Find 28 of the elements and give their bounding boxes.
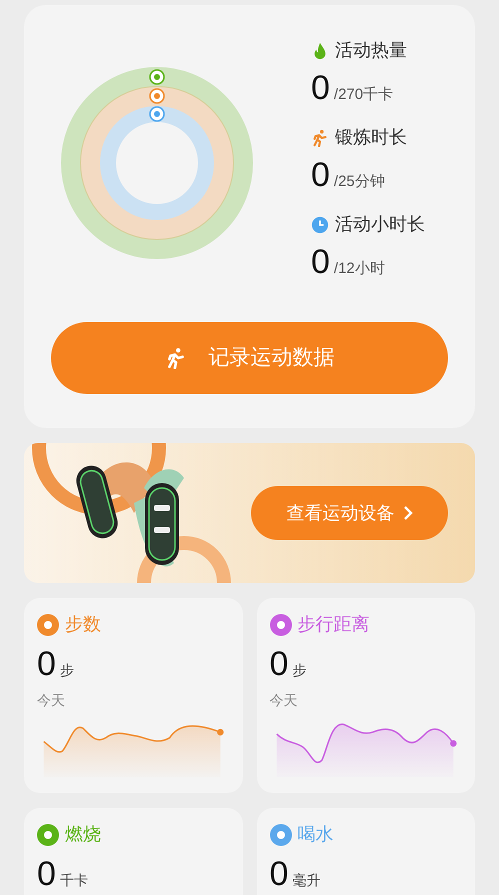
metric-value: 0 xyxy=(311,155,330,195)
tile-period: 今天 xyxy=(37,691,66,710)
metric-title: 锻炼时长 xyxy=(335,126,407,149)
tile-unit: 毫升 xyxy=(292,871,320,890)
tile-value: 0 xyxy=(270,854,288,894)
stat-tile[interactable]: 燃烧 0 千卡 xyxy=(24,808,242,895)
tile-value: 0 xyxy=(37,644,56,684)
metric-goal: /12小时 xyxy=(334,259,385,279)
tile-value: 0 xyxy=(37,854,56,894)
tile-title: 燃烧 xyxy=(65,823,101,846)
metric-value: 0 xyxy=(311,242,330,282)
tile-unit: 千卡 xyxy=(60,871,88,890)
tile-period: 今天 xyxy=(270,691,298,710)
metric-title: 活动小时长 xyxy=(335,213,425,236)
stat-tile[interactable]: 喝水 0 毫升 xyxy=(256,808,475,895)
tile-value: 0 xyxy=(270,644,288,684)
metric-title: 活动热量 xyxy=(335,39,407,62)
tile-title: 喝水 xyxy=(298,823,334,846)
tile-unit: 步 xyxy=(60,661,74,680)
metric-goal: /270千卡 xyxy=(334,85,394,105)
tile-title: 步行距离 xyxy=(298,613,370,636)
stat-tile[interactable]: 步数 0 步 今天 xyxy=(24,598,242,793)
chevron-right-icon xyxy=(402,506,412,520)
tile-title: 步数 xyxy=(65,613,101,636)
stat-tile[interactable]: 步行距离 0 步 今天 xyxy=(256,598,475,793)
tile-unit: 步 xyxy=(292,661,306,680)
metric-value: 0 xyxy=(311,68,330,108)
metric-goal: /25分钟 xyxy=(334,172,385,192)
